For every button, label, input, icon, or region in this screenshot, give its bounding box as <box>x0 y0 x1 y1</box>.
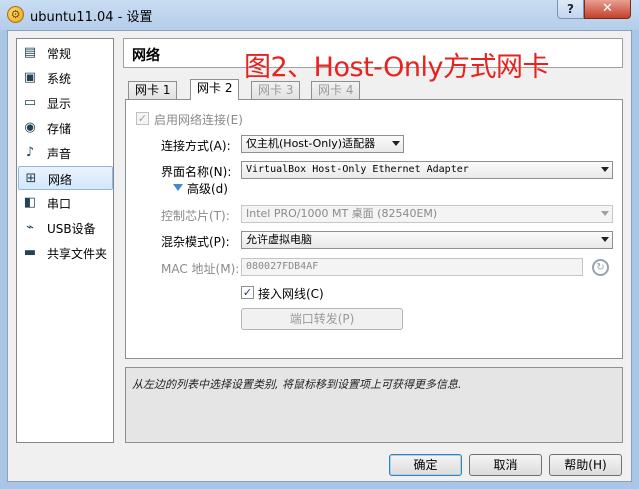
display-icon: ▭ <box>23 95 37 110</box>
enable-adapter-checkbox[interactable]: ✓ <box>136 112 149 125</box>
sidebar-item-usb[interactable]: ⌁ USB设备 <box>18 216 113 240</box>
sidebar-item-label: USB设备 <box>47 222 96 236</box>
general-icon: ▤ <box>23 45 37 60</box>
dialog-body: ▤ 常规 ▣ 系统 ▭ 显示 ◉ 存储 ♪ 声音 ⊞ 网络 ◧ 串口 ⌁ USB设备 ▬ 共享文件夹 网络 图2、… <box>7 30 632 482</box>
sidebar-item-shared-folder[interactable]: ▬ 共享文件夹 <box>18 241 113 265</box>
adapter-type-select[interactable]: Intel PRO/1000 MT 桌面 (82540EM) <box>241 205 613 223</box>
title-bar[interactable]: ⚙ ubuntu11.04 - 设置 ? ✕ <box>0 0 639 30</box>
usb-icon: ⌁ <box>26 220 34 235</box>
sidebar-item-serial-port[interactable]: ◧ 串口 <box>18 191 113 215</box>
cable-connected-label: 接入网线(C) <box>258 287 324 301</box>
chevron-down-icon <box>601 167 609 172</box>
adapter-name-value: VirtualBox Host-Only Ethernet Adapter <box>246 164 469 175</box>
refresh-mac-icon[interactable]: ↻ <box>592 259 609 276</box>
adapter-type-value: Intel PRO/1000 MT 桌面 (82540EM) <box>246 207 438 220</box>
adapter-name-label: 界面名称(N): <box>161 165 232 179</box>
tab-adapter-1[interactable]: 网卡 1 <box>128 81 178 99</box>
sidebar-item-label: 显示 <box>47 97 72 111</box>
audio-icon: ♪ <box>25 145 35 160</box>
settings-window: ⚙ ubuntu11.04 - 设置 ? ✕ ▤ 常规 ▣ 系统 ▭ 显示 ◉ 存储 ♪ 声音 ⊞ 网… <box>0 0 639 489</box>
serial-port-icon: ◧ <box>23 195 37 210</box>
sidebar-item-label: 共享文件夹 <box>47 247 108 261</box>
promiscuous-mode-label: 混杂模式(P): <box>161 235 230 249</box>
sidebar-item-system[interactable]: ▣ 系统 <box>18 66 113 90</box>
figure-caption: 图2、Host-Only方式网卡 <box>244 52 550 83</box>
sidebar-item-label: 常规 <box>47 47 72 61</box>
sidebar-item-label: 存储 <box>47 122 72 136</box>
attached-to-label: 连接方式(A): <box>161 139 231 153</box>
page-title: 网络 <box>132 48 160 64</box>
chevron-down-icon <box>601 211 609 216</box>
ok-button[interactable]: 确定 <box>389 454 462 476</box>
mac-address-field[interactable]: 080027FDB4AF <box>241 258 583 276</box>
sidebar-item-storage[interactable]: ◉ 存储 <box>18 116 113 140</box>
adapter-panel: ✓ 启用网络连接(E) 连接方式(A): 仅主机(Host-Only)适配器 界… <box>125 99 623 359</box>
attached-to-value: 仅主机(Host-Only)适配器 <box>246 137 376 150</box>
sidebar-item-general[interactable]: ▤ 常规 <box>18 41 113 65</box>
tab-adapter-3[interactable]: 网卡 3 <box>251 81 301 99</box>
settings-category-list[interactable]: ▤ 常规 ▣ 系统 ▭ 显示 ◉ 存储 ♪ 声音 ⊞ 网络 ◧ 串口 ⌁ USB设备 ▬ 共享文件夹 <box>16 38 114 443</box>
enable-adapter-label: 启用网络连接(E) <box>154 113 243 127</box>
sidebar-item-label: 网络 <box>48 173 73 187</box>
cancel-button[interactable]: 取消 <box>469 454 542 476</box>
promiscuous-mode-select[interactable]: 允许虚拟电脑 <box>241 231 613 249</box>
sidebar-item-label: 串口 <box>47 197 72 211</box>
sidebar-item-audio[interactable]: ♪ 声音 <box>18 141 113 165</box>
cable-connected-checkbox[interactable]: ✓ <box>241 286 254 299</box>
virtualbox-app-icon: ⚙ <box>7 6 24 23</box>
port-forwarding-button[interactable]: 端口转发(P) <box>241 308 403 330</box>
shared-folder-icon: ▬ <box>23 245 37 260</box>
chevron-down-icon <box>601 237 609 242</box>
sidebar-item-display[interactable]: ▭ 显示 <box>18 91 113 115</box>
sidebar-item-label: 声音 <box>47 147 72 161</box>
system-icon: ▣ <box>23 70 37 85</box>
close-button[interactable]: ✕ <box>584 0 631 19</box>
advanced-toggle[interactable]: 高级(d) <box>187 180 228 197</box>
description-text: 从左边的列表中选择设置类别, 将鼠标移到设置项上可获得更多信息. <box>132 378 462 391</box>
help-button[interactable]: 帮助(H) <box>549 454 622 476</box>
adapter-name-select[interactable]: VirtualBox Host-Only Ethernet Adapter <box>241 161 613 179</box>
attached-to-select[interactable]: 仅主机(Host-Only)适配器 <box>241 135 404 153</box>
chevron-down-icon <box>392 141 400 146</box>
tab-adapter-2[interactable]: 网卡 2 <box>190 79 240 100</box>
sidebar-item-network[interactable]: ⊞ 网络 <box>18 166 113 190</box>
expander-arrow-icon[interactable] <box>173 184 183 191</box>
storage-icon: ◉ <box>24 120 36 135</box>
sidebar-item-label: 系统 <box>47 72 72 86</box>
tab-adapter-4[interactable]: 网卡 4 <box>311 81 361 99</box>
network-icon: ⊞ <box>25 171 37 186</box>
description-box: 从左边的列表中选择设置类别, 将鼠标移到设置项上可获得更多信息. <box>125 367 623 443</box>
window-title: ubuntu11.04 - 设置 <box>30 10 153 25</box>
mac-address-label: MAC 地址(M): <box>161 262 240 276</box>
help-title-button[interactable]: ? <box>557 0 584 19</box>
adapter-type-label: 控制芯片(T): <box>161 209 230 223</box>
promiscuous-mode-value: 允许虚拟电脑 <box>246 233 312 246</box>
